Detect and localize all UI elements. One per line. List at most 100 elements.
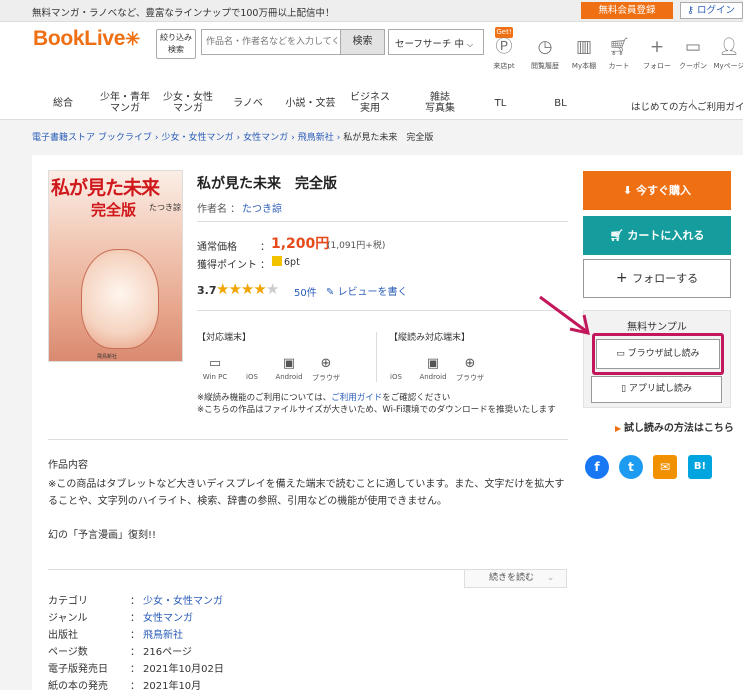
nav-item-5[interactable]: ビジネス 実用 — [345, 92, 395, 114]
chevron-right-icon: › — [291, 133, 295, 143]
nav-item-label: 写真集 — [425, 103, 455, 114]
header-icon-label: クーポン — [679, 62, 707, 70]
point-icon — [272, 256, 282, 266]
nav-item-4[interactable]: 小説・文芸 — [283, 98, 338, 109]
history-icon: ◷ — [537, 37, 553, 57]
header-icon-label: 閲覧履歴 — [531, 62, 559, 70]
android-icon: ▣ — [426, 356, 440, 371]
devices-label: 【対応端末】 — [197, 333, 252, 343]
vertical-devices-label: 【縦読み対応端末】 — [389, 333, 471, 343]
buy-now-button[interactable]: ⬇ 今すぐ購入 — [583, 171, 731, 210]
pc-icon: ▭ — [208, 356, 222, 371]
cover-illustration — [81, 249, 159, 349]
guide-link[interactable]: ご利用ガイド — [697, 99, 743, 113]
book-cover[interactable]: 私が見た未来 完全版 たつき諒 飛鳥新社 — [48, 170, 183, 362]
info-colon: ： — [130, 630, 140, 641]
price-colon: ： — [260, 242, 270, 253]
write-review-link[interactable]: ✎ レビューを書く — [326, 283, 408, 298]
header-coupon-link[interactable]: ▭ クーポン — [673, 25, 713, 71]
device-label: Android — [275, 373, 303, 381]
read-more-button[interactable]: 続きを読む ⌄ — [464, 569, 567, 588]
device-label: ブラウザ — [456, 374, 484, 382]
points-value: 6pt — [272, 256, 300, 268]
nav-item-3[interactable]: ラノベ — [228, 98, 268, 109]
info-key: 電子版発売日 — [48, 664, 108, 675]
header-icon-label: My本棚 — [571, 62, 597, 70]
booklive-logo[interactable]: BookLive✳ — [33, 27, 140, 51]
info-value[interactable]: 飛鳥新社 — [143, 626, 183, 641]
cover-subtitle: 完全版 — [91, 201, 137, 219]
first-time-link[interactable]: はじめての方へ — [631, 99, 698, 113]
promo-message: 無料マンガ・ラノベなど、豊富なラインナップで100万冊以上配信中！ — [32, 8, 335, 19]
follow-button[interactable]: + フォローする — [583, 259, 731, 298]
register-button[interactable]: 無料会員登録 — [581, 2, 673, 19]
nav-item-1[interactable]: 少年・青年 マンガ — [95, 92, 155, 114]
cart-label: カートに入れる — [627, 229, 705, 242]
add-to-cart-button[interactable]: 🛒︎ カートに入れる — [583, 216, 731, 255]
nav-divider: | — [691, 99, 695, 110]
narrow-search-button[interactable]: 絞り込み 検索 — [156, 29, 196, 59]
login-button[interactable]: ⚷ ログイン — [680, 2, 743, 19]
review-count-link[interactable]: 50件 — [294, 284, 317, 299]
mail-share-button[interactable]: ✉ — [653, 455, 677, 479]
point-icon: Ⓟ — [495, 37, 513, 57]
info-colon: ： — [130, 647, 140, 658]
nav-item-7[interactable]: TL — [488, 98, 513, 109]
breadcrumb-link[interactable]: 少女・女性マンガ — [161, 133, 233, 143]
device-pc: ▭ Win PC — [197, 356, 233, 381]
breadcrumb-link[interactable]: 飛鳥新社 — [298, 133, 334, 143]
chevron-right-icon: › — [154, 133, 159, 143]
search-button[interactable]: 検索 — [340, 29, 385, 55]
nav-item-0[interactable]: 総合 — [48, 98, 78, 109]
header-icon-label: Myページ — [713, 62, 743, 70]
nav-item-label: ラノベ — [233, 98, 263, 109]
nav-item-label: ビジネス — [350, 92, 390, 103]
star-empty-icon: ★ — [265, 280, 279, 298]
nav-item-8[interactable]: BL — [548, 98, 573, 109]
header-history-link[interactable]: ◷ 閲覧履歴 — [525, 25, 565, 71]
app-sample-label: アプリ試し読み — [628, 384, 692, 394]
nav-item-6[interactable]: 雑誌 写真集 — [415, 92, 465, 114]
header-bookshelf-link[interactable]: ▥ My本棚 — [564, 25, 604, 71]
search-input[interactable] — [201, 29, 341, 55]
product-title: 私が見た未来 完全版 — [197, 176, 337, 192]
star-filled-icon: ★ — [228, 280, 241, 298]
usage-guide-link[interactable]: ご利用ガイド — [331, 393, 382, 403]
breadcrumb-link[interactable]: 電子書籍ストア ブックライブ — [32, 133, 152, 143]
facebook-share-button[interactable]: f — [585, 455, 609, 479]
author-link[interactable]: たつき諒 — [242, 200, 282, 215]
info-colon: ： — [130, 681, 140, 690]
header-point-link[interactable]: Ⓟ 来店pt — [484, 25, 524, 71]
points-colon: ： — [260, 260, 270, 271]
info-value[interactable]: 少女・女性マンガ — [143, 592, 223, 607]
info-key: ページ数 — [48, 647, 88, 658]
nav-item-label: TL — [494, 98, 507, 109]
twitter-share-button[interactable]: t — [619, 455, 643, 479]
safe-search-value: セーフサーチ 中 — [395, 39, 464, 50]
app-sample-button[interactable]: ▯ アプリ試し読み — [591, 376, 722, 403]
globe-icon: ⊕ — [320, 356, 332, 371]
info-value[interactable]: 女性マンガ — [143, 609, 193, 624]
nav-item-label: 総合 — [53, 98, 73, 109]
nav-item-2[interactable]: 少女・女性 マンガ — [158, 92, 218, 114]
nav-item-label: 少女・女性 — [163, 92, 213, 103]
narrow-line1: 絞り込み — [160, 33, 192, 42]
info-key: 出版社 — [48, 630, 78, 641]
info-value: 216ページ — [143, 647, 192, 658]
header-plus-link[interactable]: + フォロー — [637, 25, 677, 71]
nav-item-label: 小説・文芸 — [285, 98, 336, 109]
sample-howto-link[interactable]: ▶ 試し読みの方法はこちら — [615, 419, 734, 434]
header-cart-link[interactable]: 🛒︎ カート — [599, 25, 639, 71]
header-user-link[interactable]: 👤︎ Myページ — [709, 25, 743, 71]
points-label: 獲得ポイント — [197, 260, 257, 271]
android-icon: ▣ — [282, 356, 296, 371]
breadcrumb-link[interactable]: 女性マンガ — [243, 133, 288, 143]
logo-text: BookLive — [33, 27, 126, 50]
device-label: ブラウザ — [312, 374, 340, 382]
safe-search-select[interactable]: セーフサーチ 中 ⌵ — [388, 29, 484, 55]
star-filled-icon: ★ — [253, 280, 266, 298]
hatena-bookmark-button[interactable]: B! — [688, 455, 712, 479]
breadcrumb-current: 私が見た未来 完全版 — [343, 133, 434, 143]
annotation-arrow-icon — [539, 295, 590, 335]
info-value: 2021年10月02日 — [143, 664, 224, 675]
